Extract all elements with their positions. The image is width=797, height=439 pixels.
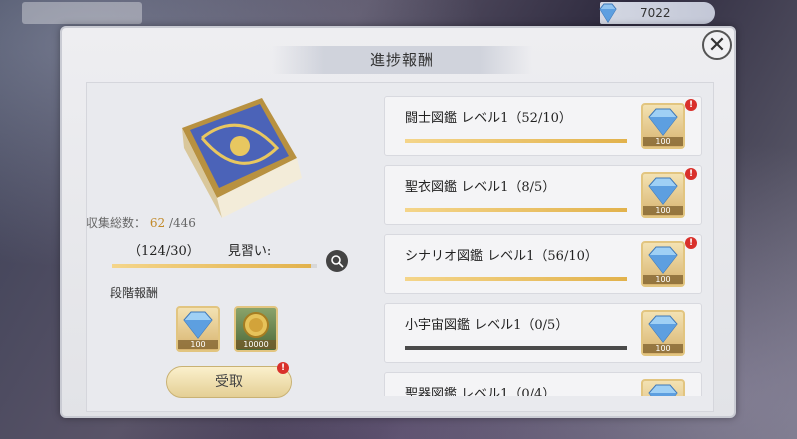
search-icon [331,255,344,268]
list-item-progress-fill [405,277,627,281]
reward-count: 100 [643,206,683,215]
close-button[interactable]: ✕ [702,30,732,60]
notification-badge: ! [685,99,697,111]
reward-count: 10000 [236,340,276,349]
diamond-icon [648,315,678,343]
level-progress-bar [112,264,317,268]
list-item-progress-fill [405,139,627,143]
currency-display: 7022 [599,2,715,24]
notification-badge: ! [685,168,697,180]
diamond-icon [648,384,678,396]
level-progress-fill [112,264,311,268]
list-item[interactable]: 小宇宙図鑑 レベル1（0/5） 100 [384,303,702,363]
list-item-label: 小宇宙図鑑 レベル1（0/5） [405,318,569,333]
level-progress: （124/30） [128,244,200,259]
reward-count: 100 [643,275,683,284]
list-item-reward[interactable]: 100 [641,103,685,149]
progress-reward-dialog: 進捗報酬 ✕ 収集総数： 62 /446 （124/30） 見習い: 段階報酬 … [60,26,736,418]
list-item-reward[interactable]: 100 [641,172,685,218]
reward-count: 100 [178,340,218,349]
diamond-icon [599,3,617,23]
list-item-progress-bar [405,208,627,212]
reward-count: 100 [643,344,683,353]
reward-diamond[interactable]: 100 [176,306,220,352]
reward-count: 100 [643,137,683,146]
list-item[interactable]: シナリオ図鑑 レベル1（56/10） 100 ! [384,234,702,294]
close-icon: ✕ [707,32,727,58]
collect-label: 収集総数： [86,216,147,230]
list-item-progress-bar [405,277,627,281]
list-item-label: 闘士図鑑 レベル1（52/10） [405,111,572,126]
notification-badge: ! [685,237,697,249]
list-item-label: シナリオ図鑑 レベル1（56/10） [405,249,598,264]
reward-gold[interactable]: 10000 [234,306,278,352]
diamond-icon [648,246,678,274]
list-item-progress-fill [405,208,627,212]
collect-count: 収集総数： 62 /446 [86,214,196,231]
reward-list: 闘士図鑑 レベル1（52/10） 100 ! 聖衣図鑑 レベル1（8/5） 10… [384,96,704,396]
list-item[interactable]: 闘士図鑑 レベル1（52/10） 100 ! [384,96,702,156]
diamond-icon [183,311,213,339]
level-row: （124/30） 見習い: [128,240,271,259]
list-item-progress-bar [405,139,627,143]
list-item[interactable]: 聖器図鑑 レベル1（0/4） 100 [384,372,702,396]
level-name: 見習い: [227,244,272,259]
search-button[interactable] [326,250,348,272]
top-left-tab[interactable] [22,2,142,24]
collect-total: /446 [168,216,196,230]
list-item-reward[interactable]: 100 [641,241,685,287]
gold-coin-icon [243,312,269,338]
list-item-label: 聖器図鑑 レベル1（0/4） [405,387,556,396]
list-item-progress-bar [405,346,627,350]
diamond-icon [648,177,678,205]
list-item-label: 聖衣図鑑 レベル1（8/5） [405,180,556,195]
stage-reward-title: 段階報酬 [110,286,159,300]
notification-badge: ! [277,362,289,374]
dialog-title: 進捗報酬 [272,46,532,74]
list-item-reward[interactable]: 100 [641,379,685,396]
diamond-icon [648,108,678,136]
currency-amount: 7022 [640,6,671,20]
collect-current: 62 [149,216,166,230]
claim-button[interactable]: 受取 [166,366,292,398]
list-item[interactable]: 聖衣図鑑 レベル1（8/5） 100 ! [384,165,702,225]
list-item-reward[interactable]: 100 [641,310,685,356]
